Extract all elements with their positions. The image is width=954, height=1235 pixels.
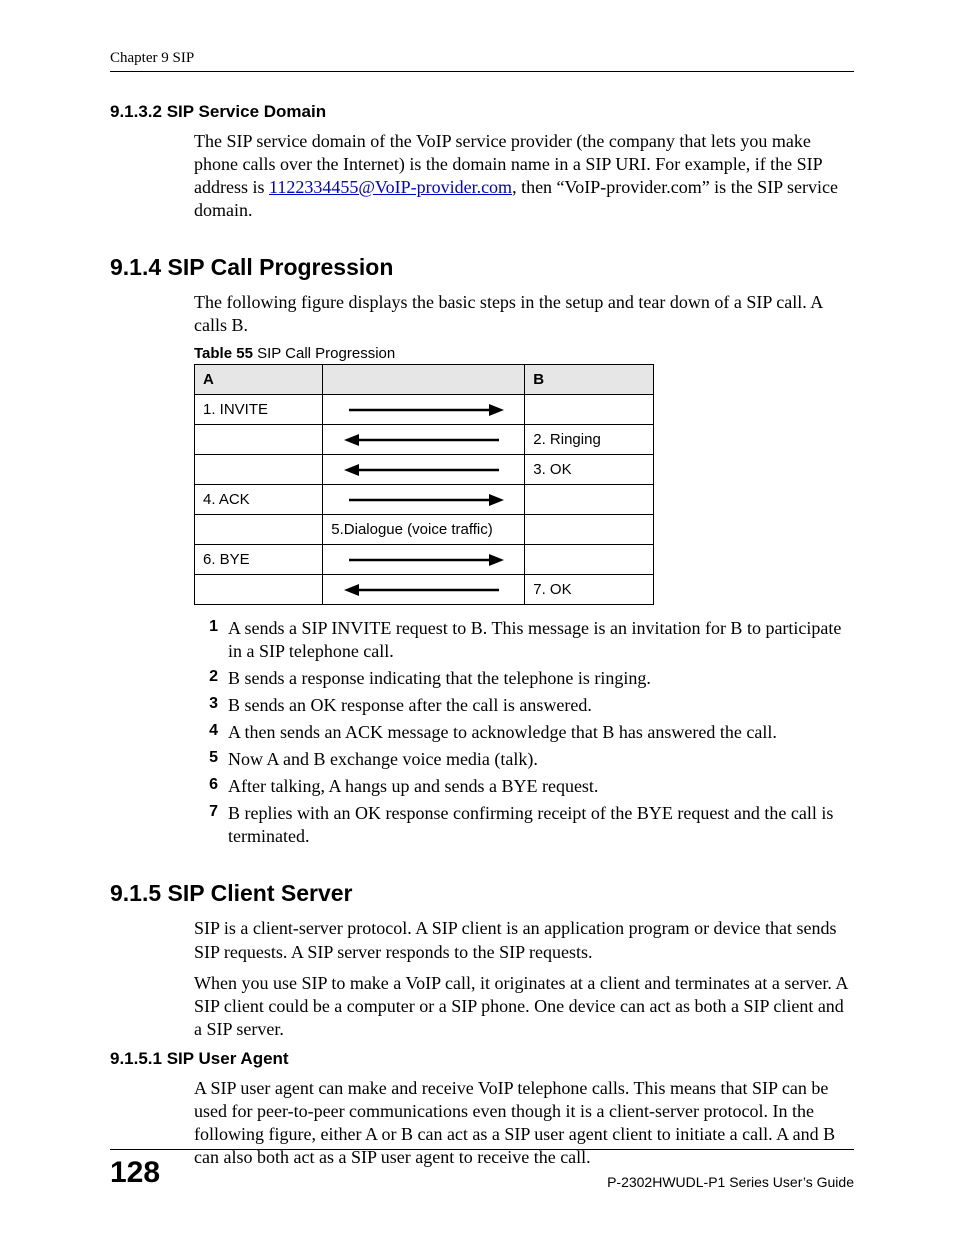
running-header: Chapter 9 SIP [110, 50, 854, 67]
step-number: 7 [194, 802, 218, 848]
para-915-2: When you use SIP to make a VoIP call, it… [194, 972, 854, 1041]
table-row: 7. OK [195, 575, 654, 605]
arrow-right-icon [339, 492, 509, 508]
col-a: A [195, 365, 323, 395]
cell-arrow: 5.Dialogue (voice traffic) [323, 515, 525, 545]
step-text: A then sends an ACK message to acknowled… [228, 721, 854, 744]
footer-rule [110, 1149, 854, 1150]
body-9-1-3-2: The SIP service domain of the VoIP servi… [194, 130, 854, 222]
cell-b [525, 545, 654, 575]
cell-a: 4. ACK [195, 485, 323, 515]
step-text: Now A and B exchange voice media (talk). [228, 748, 854, 771]
heading-9-1-5: 9.1.5 SIP Client Server [110, 880, 854, 907]
page-footer: 128 P-2302HWUDL-P1 Series User’s Guide [110, 1149, 854, 1190]
step-number: 1 [194, 617, 218, 663]
cell-b: 7. OK [525, 575, 654, 605]
step-number: 6 [194, 775, 218, 798]
table-row: 4. ACK [195, 485, 654, 515]
list-item: 5 Now A and B exchange voice media (talk)… [194, 748, 854, 771]
heading-9-1-5-1: 9.1.5.1 SIP User Agent [110, 1049, 854, 1069]
heading-9-1-3-2: 9.1.3.2 SIP Service Domain [110, 102, 854, 122]
table-row: 6. BYE [195, 545, 654, 575]
cell-a [195, 575, 323, 605]
guide-name: P-2302HWUDL-P1 Series User’s Guide [607, 1174, 854, 1190]
para-sip-domain: The SIP service domain of the VoIP servi… [194, 130, 854, 222]
cell-b [525, 515, 654, 545]
table-sip-progression: A B 1. INVITE 2. Ringing3. OK 4. ACK5.Dial… [194, 364, 654, 605]
table-header-row: A B [195, 365, 654, 395]
cell-a: 1. INVITE [195, 395, 323, 425]
step-number: 2 [194, 667, 218, 690]
list-item: 7B replies with an OK response confirmin… [194, 802, 854, 848]
cell-arrow [323, 545, 525, 575]
table-row: 2. Ringing [195, 425, 654, 455]
step-text: B sends a response indicating that the t… [228, 667, 854, 690]
list-item: 6 After talking, A hangs up and sends a B… [194, 775, 854, 798]
arrow-left-icon [339, 432, 509, 448]
list-item: 2 B sends a response indicating that the … [194, 667, 854, 690]
page-number: 128 [110, 1156, 160, 1190]
heading-9-1-4: 9.1.4 SIP Call Progression [110, 254, 854, 281]
list-item: 3 B sends an OK response after the call i… [194, 694, 854, 717]
arrow-left-icon [339, 462, 509, 478]
arrow-right-icon [339, 552, 509, 568]
step-number: 4 [194, 721, 218, 744]
cell-a [195, 515, 323, 545]
steps-list: 1A sends a SIP INVITE request to B. This… [194, 617, 854, 848]
cell-arrow [323, 575, 525, 605]
table-title: SIP Call Progression [253, 345, 395, 362]
table-row: 5.Dialogue (voice traffic) [195, 515, 654, 545]
col-b: B [525, 365, 654, 395]
cell-arrow [323, 485, 525, 515]
step-number: 3 [194, 694, 218, 717]
cell-a [195, 455, 323, 485]
cell-a [195, 425, 323, 455]
arrow-right-icon [339, 402, 509, 418]
step-number: 5 [194, 748, 218, 771]
list-item: 4 A then sends an ACK message to acknowle… [194, 721, 854, 744]
link-sip-address[interactable]: 1122334455@VoIP-provider.com [269, 177, 512, 197]
para-intro-914: The following figure displays the basic … [194, 291, 854, 337]
table-row: 1. INVITE [195, 395, 654, 425]
cell-b: 3. OK [525, 455, 654, 485]
header-rule [110, 71, 854, 72]
step-text: A sends a SIP INVITE request to B. This … [228, 617, 854, 663]
cell-arrow [323, 455, 525, 485]
arrow-left-icon [339, 582, 509, 598]
table-number: Table 55 [194, 345, 253, 362]
cell-a: 6. BYE [195, 545, 323, 575]
body-9-1-5: SIP is a client-server protocol. A SIP c… [194, 917, 854, 1040]
cell-b [525, 395, 654, 425]
body-9-1-4: The following figure displays the basic … [194, 291, 854, 848]
list-item: 1A sends a SIP INVITE request to B. This… [194, 617, 854, 663]
cell-b: 2. Ringing [525, 425, 654, 455]
cell-arrow [323, 395, 525, 425]
step-text: B replies with an OK response confirming… [228, 802, 854, 848]
cell-arrow [323, 425, 525, 455]
col-arrow [323, 365, 525, 395]
table-row: 3. OK [195, 455, 654, 485]
table-caption: Table 55 SIP Call Progression [194, 345, 854, 362]
step-text: B sends an OK response after the call is… [228, 694, 854, 717]
para-915-1: SIP is a client-server protocol. A SIP c… [194, 917, 854, 963]
cell-b [525, 485, 654, 515]
step-text: After talking, A hangs up and sends a BY… [228, 775, 854, 798]
page: Chapter 9 SIP 9.1.3.2 SIP Service Domain… [0, 0, 954, 1235]
